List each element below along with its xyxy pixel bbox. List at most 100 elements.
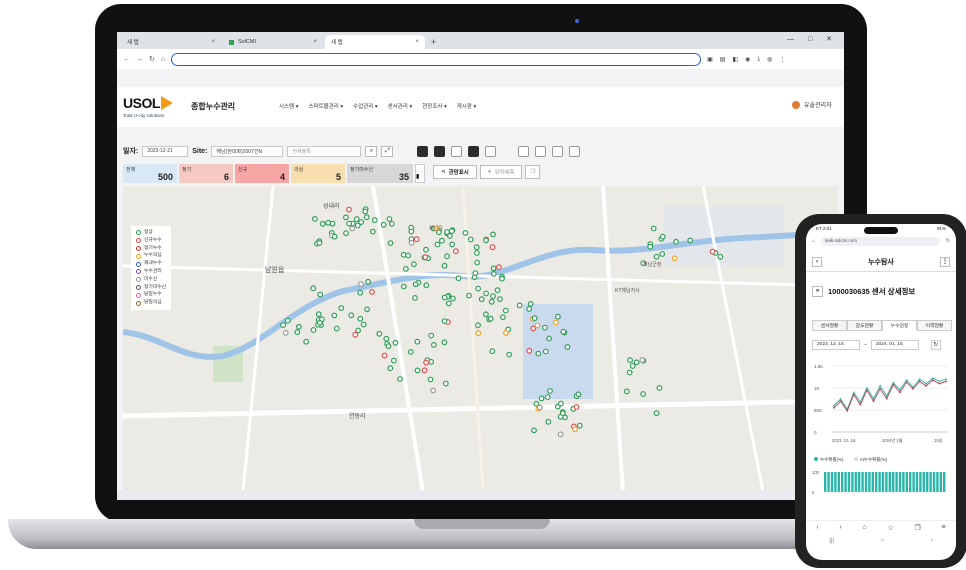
sensor-pin[interactable] bbox=[472, 270, 479, 276]
sensor-pin[interactable] bbox=[534, 322, 541, 329]
sensor-pin[interactable] bbox=[411, 261, 417, 268]
network-view-button[interactable]: ⋖ 관망표시 bbox=[433, 165, 477, 179]
sensor-pin[interactable] bbox=[357, 315, 364, 322]
copy-button[interactable]: ❐ bbox=[525, 165, 541, 179]
legend-item[interactable]: 당일의심 bbox=[136, 299, 166, 307]
close-icon[interactable]: × bbox=[313, 39, 317, 45]
sensor-pin[interactable] bbox=[364, 306, 371, 313]
sensor-pin[interactable] bbox=[490, 231, 496, 238]
sensor-pin[interactable] bbox=[310, 327, 317, 333]
search-button[interactable]: ⌕ bbox=[365, 145, 378, 157]
chart-button[interactable]: ▮ bbox=[415, 164, 425, 183]
sensor-pin[interactable] bbox=[487, 315, 494, 322]
legend-item[interactable]: 누수관리 bbox=[136, 268, 166, 276]
sensor-pin[interactable] bbox=[316, 240, 323, 246]
sensor-pin[interactable] bbox=[319, 220, 326, 227]
sensor-pin[interactable] bbox=[452, 248, 459, 255]
sensor-pin[interactable] bbox=[358, 281, 364, 287]
sensor-pin[interactable] bbox=[542, 348, 549, 355]
sensor-pin[interactable] bbox=[380, 221, 387, 228]
sensor-pin[interactable] bbox=[445, 300, 452, 307]
bookmark-icon[interactable]: ☆ bbox=[887, 524, 893, 532]
sensor-pin[interactable] bbox=[408, 239, 415, 246]
sensor-pin[interactable] bbox=[531, 427, 537, 434]
menu-item-sensor[interactable]: 센서관리 ▾ bbox=[388, 102, 413, 110]
date-to[interactable]: 2024. 01. 15. bbox=[870, 340, 919, 350]
stat-card-regular[interactable]: 정기 6 bbox=[179, 164, 233, 183]
sensor-pin[interactable] bbox=[441, 262, 448, 269]
sensor-pin[interactable] bbox=[428, 332, 435, 339]
sensor-pin[interactable] bbox=[441, 294, 448, 301]
sensor-pin[interactable] bbox=[647, 243, 654, 250]
sensor-pin[interactable] bbox=[483, 311, 489, 318]
date-input[interactable]: 2023-12-21 bbox=[142, 145, 189, 157]
sensor-pin[interactable] bbox=[542, 324, 548, 331]
sensor-pin[interactable] bbox=[545, 418, 552, 425]
settings-tool-button[interactable] bbox=[569, 145, 581, 157]
menu-item-system[interactable]: 시스템 ▾ bbox=[279, 102, 298, 110]
sensor-pin[interactable] bbox=[338, 305, 345, 311]
sensor-pin[interactable] bbox=[388, 220, 395, 227]
sensor-pin[interactable] bbox=[450, 295, 456, 302]
sensor-pin[interactable] bbox=[483, 290, 490, 297]
map-tool-button[interactable] bbox=[485, 145, 497, 157]
sensor-pin[interactable] bbox=[348, 312, 355, 319]
sensor-pin[interactable] bbox=[412, 294, 418, 301]
sensor-pin[interactable] bbox=[387, 365, 394, 372]
sensor-pin[interactable] bbox=[633, 359, 640, 366]
sensor-pin[interactable] bbox=[490, 293, 496, 300]
sensor-pin[interactable] bbox=[423, 246, 429, 253]
close-icon[interactable]: × bbox=[415, 39, 419, 45]
tab-sensitivity[interactable]: 감도현황 bbox=[847, 320, 882, 331]
browser-tab-active[interactable]: 새 탭 × bbox=[325, 35, 425, 49]
sensor-pin[interactable] bbox=[656, 384, 663, 391]
forward-icon[interactable]: › bbox=[839, 524, 841, 531]
legend-item[interactable]: 정상 bbox=[136, 229, 166, 237]
block-select[interactable]: 전체블록 bbox=[287, 145, 362, 157]
sensor-pin[interactable] bbox=[295, 323, 302, 330]
home-icon[interactable]: ⌂ bbox=[161, 56, 165, 63]
sensor-pin[interactable] bbox=[671, 255, 678, 262]
legend-item-leak[interactable]: 누수확률(%) bbox=[814, 457, 844, 463]
user-menu[interactable]: 유솔관리자 bbox=[792, 100, 832, 109]
sensor-pin[interactable] bbox=[653, 410, 660, 417]
sensor-pin[interactable] bbox=[449, 241, 456, 248]
sensor-pin[interactable] bbox=[490, 270, 497, 277]
sensor-pin[interactable] bbox=[575, 391, 582, 398]
layer-tool-button[interactable] bbox=[434, 145, 446, 157]
sensor-pin[interactable] bbox=[441, 318, 448, 325]
sensor-pin[interactable] bbox=[369, 288, 375, 295]
sensor-pin[interactable] bbox=[360, 321, 367, 328]
sensor-pin[interactable] bbox=[474, 259, 481, 266]
expand-icon[interactable]: » bbox=[812, 286, 823, 297]
new-tab-button[interactable]: + bbox=[431, 35, 436, 49]
sensor-pin[interactable] bbox=[500, 314, 506, 321]
sensor-pin[interactable] bbox=[455, 275, 462, 282]
sensor-pin[interactable] bbox=[623, 388, 630, 395]
legend-item[interactable]: 미수신 bbox=[136, 276, 166, 284]
sensor-pin[interactable] bbox=[448, 228, 455, 234]
sensor-pin[interactable] bbox=[412, 281, 419, 288]
sensor-pin[interactable] bbox=[387, 240, 394, 246]
tab-sensor-status[interactable]: 센서현황 bbox=[812, 320, 847, 331]
sensor-pin[interactable] bbox=[405, 252, 412, 259]
sensor-pin[interactable] bbox=[355, 327, 362, 334]
sensor-pin[interactable] bbox=[310, 285, 317, 292]
reload-icon[interactable]: ↻ bbox=[946, 238, 950, 244]
sensor-pin[interactable] bbox=[659, 233, 666, 240]
sensor-pin[interactable] bbox=[526, 347, 533, 354]
sensor-pin[interactable] bbox=[315, 311, 322, 318]
stat-card-noreceive[interactable]: 정기미수신 35 bbox=[347, 164, 413, 183]
sensor-pin[interactable] bbox=[490, 265, 497, 272]
sensor-pin[interactable] bbox=[413, 236, 420, 243]
sensor-pin[interactable] bbox=[489, 348, 496, 355]
legend-item[interactable]: 재내누수 bbox=[136, 260, 166, 268]
sensor-pin[interactable] bbox=[317, 291, 324, 298]
sensor-pin[interactable] bbox=[444, 229, 450, 235]
sensor-pin[interactable] bbox=[467, 236, 474, 243]
export-button[interactable]: ⤢ bbox=[381, 145, 394, 157]
sensor-pin[interactable] bbox=[439, 237, 445, 244]
sensor-pin[interactable] bbox=[538, 395, 545, 402]
sensor-pin[interactable] bbox=[349, 225, 356, 232]
sensor-pin[interactable] bbox=[421, 367, 428, 374]
